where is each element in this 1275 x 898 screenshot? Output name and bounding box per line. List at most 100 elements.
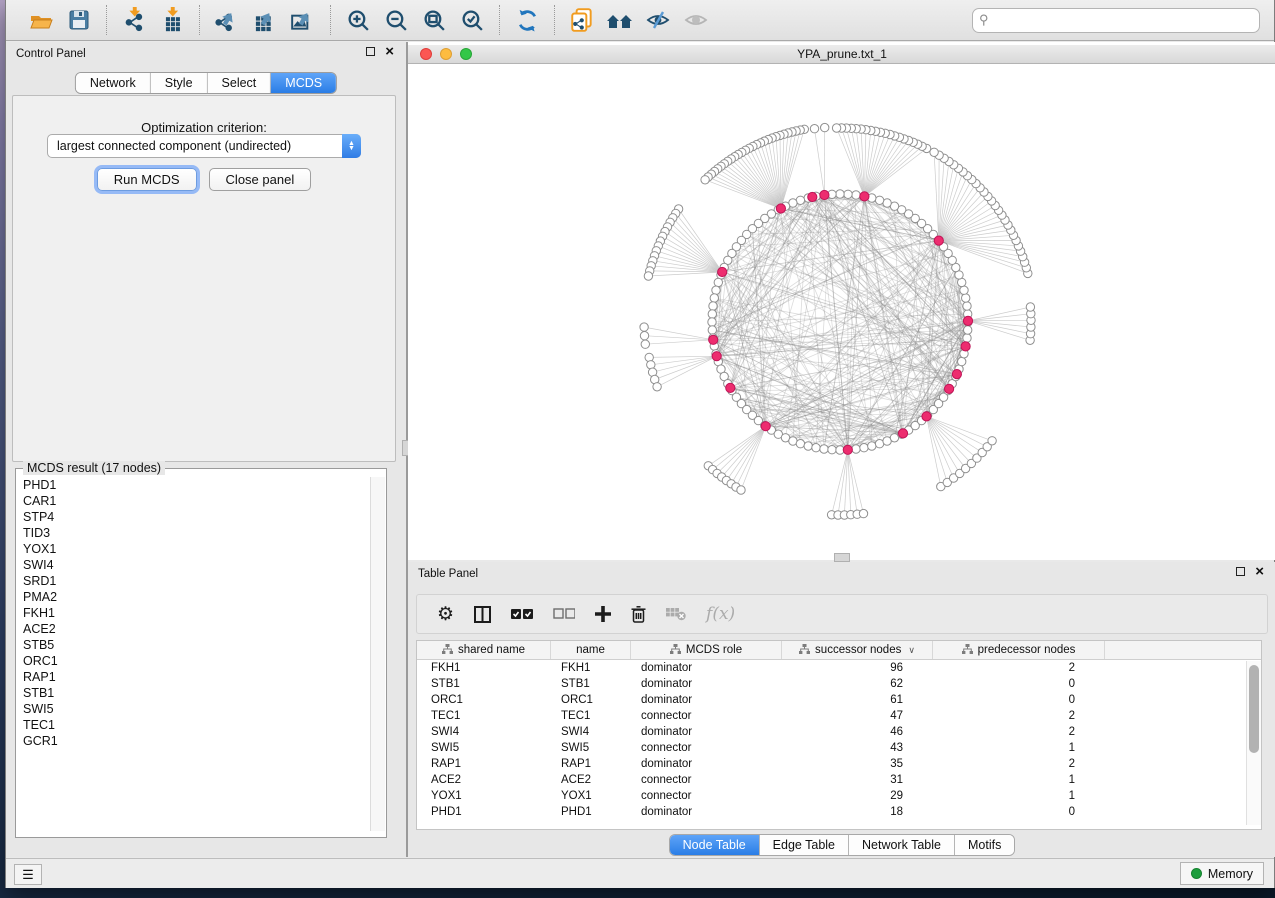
column-header-predecessor-nodes[interactable]: predecessor nodes <box>933 641 1105 659</box>
table-row[interactable]: SWI4SWI4dominator462 <box>417 724 1261 740</box>
save-session-button[interactable] <box>64 5 94 35</box>
graph-node[interactable] <box>820 445 828 453</box>
graph-node[interactable] <box>852 191 860 199</box>
tab-node-table[interactable]: Node Table <box>670 835 760 855</box>
table-row[interactable]: PHD1PHD1dominator180 <box>417 804 1261 820</box>
float-panel-icon[interactable] <box>366 47 375 56</box>
tab-style[interactable]: Style <box>151 73 208 93</box>
table-settings-icon[interactable]: ⚙ <box>437 605 454 624</box>
zoom-out-button[interactable] <box>381 5 411 35</box>
zoom-selected-button[interactable] <box>457 5 487 35</box>
column-header-successor-nodes[interactable]: successor nodes∨ <box>782 641 933 659</box>
graph-node[interactable] <box>875 196 883 204</box>
zoom-in-button[interactable] <box>343 5 373 35</box>
graph-dominator-node[interactable] <box>945 384 954 393</box>
network-graph[interactable] <box>408 64 1275 560</box>
horizontal-splitter-handle[interactable] <box>834 553 850 562</box>
search-input[interactable] <box>972 8 1260 33</box>
graph-node[interactable] <box>832 124 840 132</box>
zoom-fit-button[interactable] <box>419 5 449 35</box>
graph-dominator-node[interactable] <box>961 342 970 351</box>
mcds-result-node[interactable]: STB1 <box>17 685 369 701</box>
export-network-button[interactable] <box>212 5 242 35</box>
graph-node[interactable] <box>836 190 844 198</box>
select-all-rows-icon[interactable] <box>511 608 533 620</box>
import-network-button[interactable] <box>119 5 149 35</box>
table-row[interactable]: SWI5SWI5connector431 <box>417 740 1261 756</box>
graph-node[interactable] <box>964 326 972 334</box>
table-row[interactable]: FKH1FKH1dominator962 <box>417 660 1261 676</box>
close-panel-button[interactable]: Close panel <box>209 168 312 191</box>
graph-node[interactable] <box>963 334 971 342</box>
table-row[interactable]: TEC1TEC1connector472 <box>417 708 1261 724</box>
graph-dominator-node[interactable] <box>820 190 829 199</box>
tab-network[interactable]: Network <box>76 73 151 93</box>
graph-node[interactable] <box>852 445 860 453</box>
graph-node[interactable] <box>1026 303 1034 311</box>
graph-dominator-node[interactable] <box>963 316 972 325</box>
graph-node[interactable] <box>709 302 717 310</box>
mcds-result-node[interactable]: PMA2 <box>17 589 369 605</box>
first-neighbors-button[interactable] <box>605 5 635 35</box>
table-scrollbar[interactable] <box>1246 661 1261 825</box>
column-header-name[interactable]: name <box>551 641 631 659</box>
tab-motifs[interactable]: Motifs <box>955 835 1014 855</box>
mcds-result-node[interactable]: STP4 <box>17 509 369 525</box>
mcds-result-scrollbar[interactable] <box>370 477 385 831</box>
apply-layout-button[interactable] <box>512 5 542 35</box>
graph-node[interactable] <box>737 486 745 494</box>
graph-dominator-node[interactable] <box>922 412 931 421</box>
graph-dominator-node[interactable] <box>712 352 721 361</box>
graph-node[interactable] <box>640 332 648 340</box>
mcds-result-node[interactable]: SRD1 <box>17 573 369 589</box>
graph-node[interactable] <box>821 123 829 131</box>
network-titlebar[interactable]: YPA_prune.txt_1 <box>408 45 1275 64</box>
graph-node[interactable] <box>958 357 966 365</box>
column-header-shared-name[interactable]: shared name <box>417 641 551 659</box>
graph-node[interactable] <box>962 294 970 302</box>
graph-node[interactable] <box>810 125 818 133</box>
graph-node[interactable] <box>930 148 938 156</box>
new-network-from-selection-button[interactable] <box>567 5 597 35</box>
column-header-MCDS-role[interactable]: MCDS role <box>631 641 782 659</box>
criterion-dropdown[interactable]: largest connected component (undirected)… <box>47 134 361 158</box>
close-table-panel-icon[interactable]: × <box>1255 567 1264 576</box>
graph-dominator-node[interactable] <box>718 267 727 276</box>
graph-node[interactable] <box>963 302 971 310</box>
mcds-result-node[interactable]: ORC1 <box>17 653 369 669</box>
tab-network-table[interactable]: Network Table <box>849 835 955 855</box>
graph-node[interactable] <box>796 440 804 448</box>
graph-dominator-node[interactable] <box>726 383 735 392</box>
graph-node[interactable] <box>859 509 867 517</box>
graph-node[interactable] <box>844 190 852 198</box>
mcds-result-node[interactable]: FKH1 <box>17 605 369 621</box>
table-row[interactable]: RAP1RAP1dominator352 <box>417 756 1261 772</box>
graph-node[interactable] <box>708 326 716 334</box>
graph-dominator-node[interactable] <box>860 192 869 201</box>
graph-node[interactable] <box>653 383 661 391</box>
run-mcds-button[interactable]: Run MCDS <box>97 168 197 191</box>
graph-node[interactable] <box>988 437 996 445</box>
mcds-result-node[interactable]: SWI4 <box>17 557 369 573</box>
graph-node[interactable] <box>640 323 648 331</box>
close-panel-icon[interactable]: × <box>385 47 394 56</box>
graph-node[interactable] <box>708 310 716 318</box>
export-table-button[interactable] <box>250 5 280 35</box>
graph-dominator-node[interactable] <box>761 422 770 431</box>
graph-dominator-node[interactable] <box>776 204 785 213</box>
open-session-button[interactable] <box>26 5 56 35</box>
graph-node[interactable] <box>641 340 649 348</box>
graph-node[interactable] <box>708 318 716 326</box>
memory-button[interactable]: Memory <box>1180 862 1264 885</box>
graph-node[interactable] <box>860 444 868 452</box>
network-canvas[interactable] <box>408 64 1275 560</box>
graph-dominator-node[interactable] <box>843 445 852 454</box>
graph-node[interactable] <box>644 272 652 280</box>
show-all-button[interactable] <box>681 5 711 35</box>
graph-node[interactable] <box>804 442 812 450</box>
tab-edge-table[interactable]: Edge Table <box>760 835 849 855</box>
graph-dominator-node[interactable] <box>709 335 718 344</box>
table-row[interactable]: STB1STB1dominator620 <box>417 676 1261 692</box>
mcds-result-node[interactable]: GCR1 <box>17 733 369 749</box>
graph-dominator-node[interactable] <box>934 236 943 245</box>
